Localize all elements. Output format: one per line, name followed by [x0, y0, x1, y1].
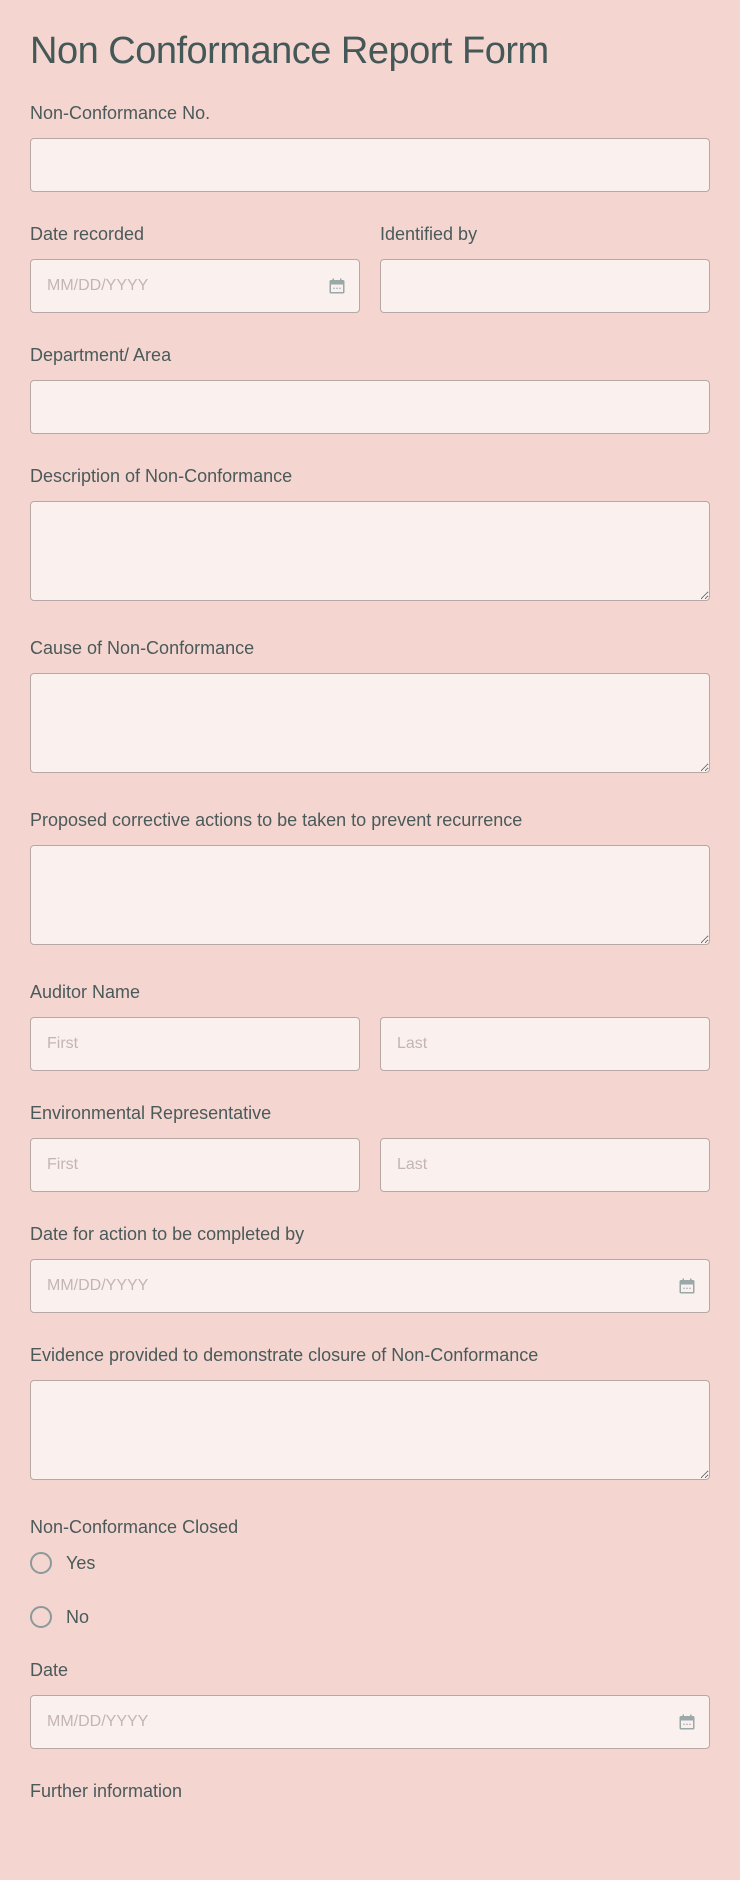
field-cause: Cause of Non-Conformance	[30, 638, 710, 778]
page-title: Non Conformance Report Form	[30, 30, 710, 73]
input-identified-by[interactable]	[380, 259, 710, 313]
field-further-info: Further information	[30, 1781, 710, 1802]
radio-circle-icon	[30, 1606, 52, 1628]
label-nc-number: Non-Conformance No.	[30, 103, 710, 124]
label-further-info: Further information	[30, 1781, 710, 1802]
radio-circle-icon	[30, 1552, 52, 1574]
field-closed: Non-Conformance Closed Yes No	[30, 1517, 710, 1628]
radio-label-no: No	[66, 1607, 89, 1628]
label-date-recorded: Date recorded	[30, 224, 360, 245]
label-department: Department/ Area	[30, 345, 710, 366]
label-description: Description of Non-Conformance	[30, 466, 710, 487]
input-nc-number[interactable]	[30, 138, 710, 192]
input-action-date[interactable]	[30, 1259, 710, 1313]
label-identified-by: Identified by	[380, 224, 710, 245]
field-evidence: Evidence provided to demonstrate closure…	[30, 1345, 710, 1485]
field-proposed-actions: Proposed corrective actions to be taken …	[30, 810, 710, 950]
label-evidence: Evidence provided to demonstrate closure…	[30, 1345, 710, 1366]
radio-option-no[interactable]: No	[30, 1606, 710, 1628]
label-auditor-name: Auditor Name	[30, 982, 710, 1003]
textarea-cause[interactable]	[30, 673, 710, 773]
field-auditor-name: Auditor Name	[30, 982, 710, 1071]
label-closed: Non-Conformance Closed	[30, 1517, 710, 1538]
field-identified-by: Identified by	[380, 224, 710, 313]
input-date[interactable]	[30, 1695, 710, 1749]
textarea-evidence[interactable]	[30, 1380, 710, 1480]
label-action-date: Date for action to be completed by	[30, 1224, 710, 1245]
label-env-rep: Environmental Representative	[30, 1103, 710, 1124]
field-description: Description of Non-Conformance	[30, 466, 710, 606]
input-department[interactable]	[30, 380, 710, 434]
label-cause: Cause of Non-Conformance	[30, 638, 710, 659]
textarea-description[interactable]	[30, 501, 710, 601]
label-proposed-actions: Proposed corrective actions to be taken …	[30, 810, 710, 831]
field-action-date: Date for action to be completed by	[30, 1224, 710, 1313]
textarea-proposed-actions[interactable]	[30, 845, 710, 945]
field-department: Department/ Area	[30, 345, 710, 434]
field-env-rep: Environmental Representative	[30, 1103, 710, 1192]
field-nc-number: Non-Conformance No.	[30, 103, 710, 192]
field-date: Date	[30, 1660, 710, 1749]
input-envrep-last[interactable]	[380, 1138, 710, 1192]
input-auditor-first[interactable]	[30, 1017, 360, 1071]
input-auditor-last[interactable]	[380, 1017, 710, 1071]
radio-option-yes[interactable]: Yes	[30, 1552, 710, 1574]
input-envrep-first[interactable]	[30, 1138, 360, 1192]
field-date-recorded: Date recorded	[30, 224, 360, 313]
radio-label-yes: Yes	[66, 1553, 95, 1574]
label-date: Date	[30, 1660, 710, 1681]
input-date-recorded[interactable]	[30, 259, 360, 313]
